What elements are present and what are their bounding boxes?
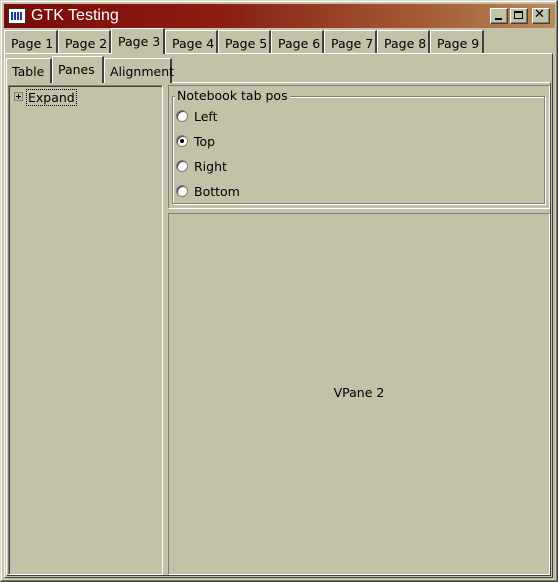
minimize-button[interactable] <box>490 8 508 24</box>
expander-plus-icon[interactable] <box>14 92 23 101</box>
tab-page-4[interactable]: Page 4 <box>165 30 218 53</box>
tab-panes[interactable]: Panes <box>52 56 104 83</box>
tree-pane[interactable] <box>8 85 163 575</box>
tab-label: Page 5 <box>225 36 268 51</box>
radio-label-right[interactable]: Right <box>194 159 227 174</box>
radio-label-bottom[interactable]: Bottom <box>194 184 240 199</box>
tab-alignment[interactable]: Alignment <box>104 58 175 83</box>
tab-label: Page 7 <box>331 36 374 51</box>
tab-label: Table <box>12 64 45 79</box>
radio-left[interactable] <box>176 110 188 122</box>
tab-label: Page 6 <box>278 36 321 51</box>
radio-right[interactable] <box>176 160 188 172</box>
close-icon: ✕ <box>534 7 545 22</box>
tab-page-9[interactable]: Page 9 <box>430 30 484 53</box>
minimize-icon <box>495 18 502 20</box>
gtk-app-icon[interactable] <box>8 8 26 24</box>
tab-page-7[interactable]: Page 7 <box>324 30 377 53</box>
tab-page-6[interactable]: Page 6 <box>271 30 324 53</box>
frame-legend: Notebook tab pos <box>175 88 290 103</box>
tab-page-5[interactable]: Page 5 <box>218 30 271 53</box>
tab-label: Page 1 <box>11 36 54 51</box>
tab-page-3[interactable]: Page 3 <box>111 28 165 54</box>
tab-label: Alignment <box>110 64 175 79</box>
title-bar[interactable]: GTK Testing ✕ <box>4 4 555 28</box>
tab-page-8[interactable]: Page 8 <box>377 30 430 53</box>
radio-bottom[interactable] <box>176 185 188 197</box>
vpane-2: VPane 2 <box>168 213 550 575</box>
tab-label: Panes <box>58 62 95 77</box>
tab-page-1[interactable]: Page 1 <box>4 30 58 53</box>
tree-item-expand[interactable]: Expand <box>26 89 77 106</box>
radio-top[interactable] <box>176 135 188 147</box>
tab-label: Page 8 <box>384 36 427 51</box>
tab-label: Page 4 <box>172 36 215 51</box>
vpane-2-label: VPane 2 <box>333 385 385 400</box>
tab-table[interactable]: Table <box>6 58 52 83</box>
radio-label-top[interactable]: Top <box>194 134 215 149</box>
close-button[interactable]: ✕ <box>532 8 550 24</box>
tab-label: Page 2 <box>65 36 108 51</box>
window-title: GTK Testing <box>31 7 119 24</box>
radio-label-left[interactable]: Left <box>194 109 218 124</box>
maximize-button[interactable] <box>510 8 528 24</box>
maximize-icon <box>514 11 523 19</box>
tab-page-2[interactable]: Page 2 <box>58 30 111 53</box>
tab-label: Page 9 <box>437 36 480 51</box>
tab-label: Page 3 <box>118 34 161 49</box>
